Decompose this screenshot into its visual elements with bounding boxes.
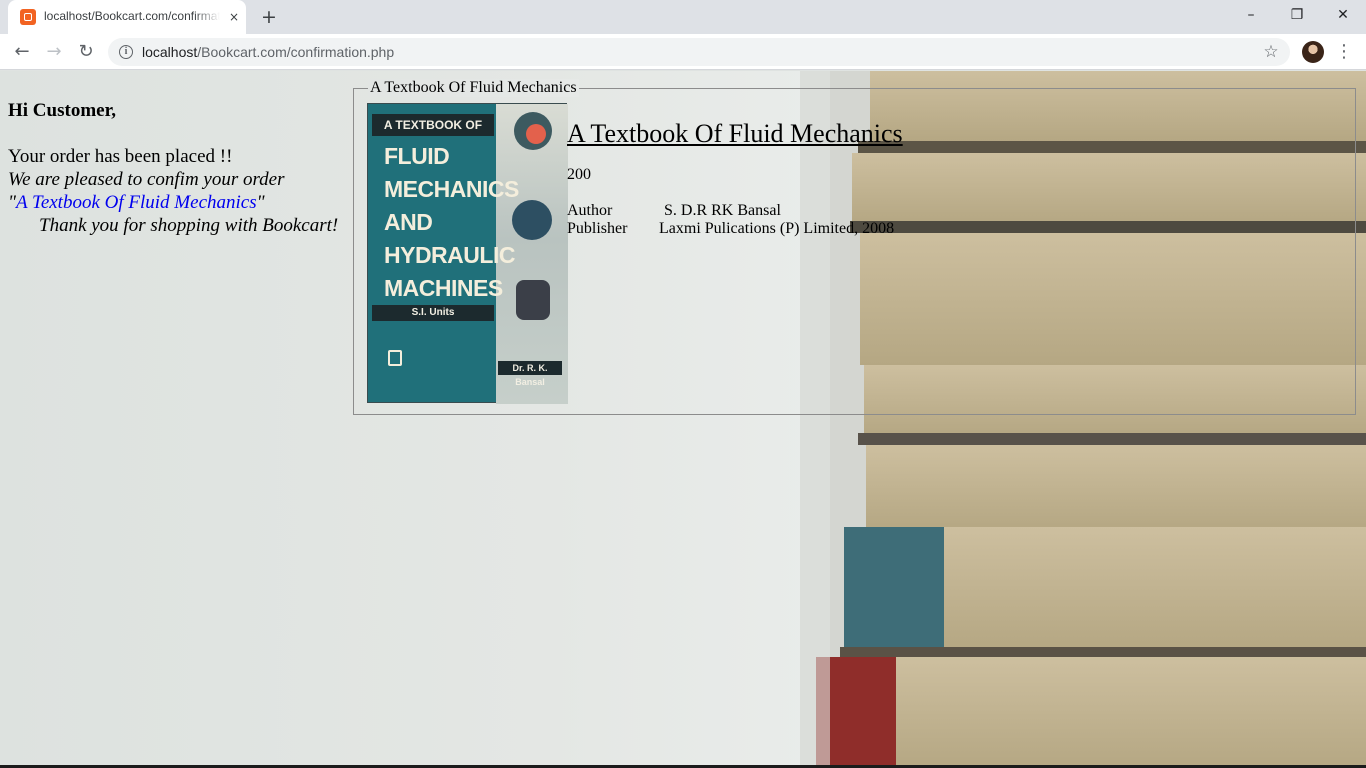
forward-button[interactable]: → (40, 38, 68, 66)
cover-red-graphic (526, 124, 546, 144)
url-host: localhost (142, 44, 198, 60)
cover-title: FLUID MECHANICS AND HYDRAULIC MACHINES (384, 140, 519, 305)
bookmark-star-icon[interactable]: ☆ (1260, 41, 1282, 63)
browser-toolbar: ← → ↻ i localhost/Bookcart.com/confirmat… (0, 34, 1366, 70)
url-text[interactable]: localhost/Bookcart.com/confirmation.php (142, 44, 394, 60)
book-title-link[interactable]: A Textbook Of Fluid Mechanics (567, 119, 903, 149)
site-info-icon[interactable]: i (119, 45, 133, 59)
cover-title-line: AND (384, 209, 433, 235)
book-cover-image[interactable]: A TEXTBOOK OF FLUID MECHANICS AND HYDRAU… (367, 103, 568, 404)
author-value: S. D.R RK Bansal (664, 202, 781, 219)
browser-menu-icon[interactable]: ⋮ (1334, 38, 1354, 66)
confirmation-text: We are pleased to confim your order (8, 169, 285, 190)
cover-turbine-graphic (512, 200, 552, 240)
cover-title-line: MACHINES (384, 275, 503, 301)
cover-author-band: Dr. R. K. Bansal (498, 361, 562, 387)
reload-button[interactable]: ↻ (72, 38, 100, 66)
close-tab-icon[interactable]: × (225, 8, 243, 26)
quote-close: " (256, 192, 265, 213)
address-bar[interactable]: i localhost/Bookcart.com/confirmation.ph… (108, 38, 1290, 66)
publisher-row: Publisher Laxmi Pulications (P) Limited, … (567, 220, 894, 238)
thanks-text: Thank you for shopping with Bookcart! (39, 215, 339, 236)
new-tab-button[interactable]: + (258, 6, 280, 28)
minimize-window-button[interactable]: – (1228, 0, 1274, 30)
cover-units-band: S.I. Units (372, 305, 494, 321)
url-path: /Bookcart.com/confirmation.php (197, 44, 395, 60)
order-placed-text: Your order has been placed !! (8, 146, 233, 167)
author-label: Author (567, 202, 613, 219)
book-price: 200 (567, 166, 591, 183)
ordered-book-link[interactable]: A Textbook Of Fluid Mechanics (16, 192, 257, 213)
cover-band: A TEXTBOOK OF (372, 114, 494, 136)
cover-title-line: FLUID (384, 143, 450, 169)
fieldset-legend: A Textbook Of Fluid Mechanics (368, 79, 579, 97)
tab-strip: localhost/Bookcart.com/confirmation.php … (0, 0, 1366, 34)
book-details-fieldset: A Textbook Of Fluid Mechanics A TEXTBOOK… (353, 79, 1356, 415)
author-row: Author S. D.R RK Bansal (567, 202, 781, 220)
publisher-value: Laxmi Pulications (P) Limited, 2008 (659, 220, 895, 237)
close-window-button[interactable]: ✕ (1320, 0, 1366, 30)
ordered-book-line: "A Textbook Of Fluid Mechanics" (8, 191, 358, 214)
page-content: Hi Customer, Your order has been placed … (0, 71, 1366, 768)
tab-title: localhost/Bookcart.com/confirmation.php (44, 9, 220, 23)
browser-tab[interactable]: localhost/Bookcart.com/confirmation.php … (8, 0, 246, 34)
cover-title-line: HYDRAULIC (384, 242, 515, 268)
confirmation-message: Hi Customer, Your order has been placed … (8, 99, 358, 237)
maximize-window-button[interactable]: ❐ (1274, 0, 1320, 30)
xampp-favicon-icon (20, 9, 36, 25)
cover-pump-graphic (516, 280, 550, 320)
cover-title-line: MECHANICS (384, 176, 519, 202)
quote-open: " (8, 192, 16, 213)
back-button[interactable]: ← (8, 38, 36, 66)
publisher-logo-icon (388, 350, 402, 366)
greeting-text: Hi Customer, (8, 100, 117, 121)
publisher-label: Publisher (567, 220, 628, 237)
profile-avatar[interactable] (1302, 41, 1324, 63)
